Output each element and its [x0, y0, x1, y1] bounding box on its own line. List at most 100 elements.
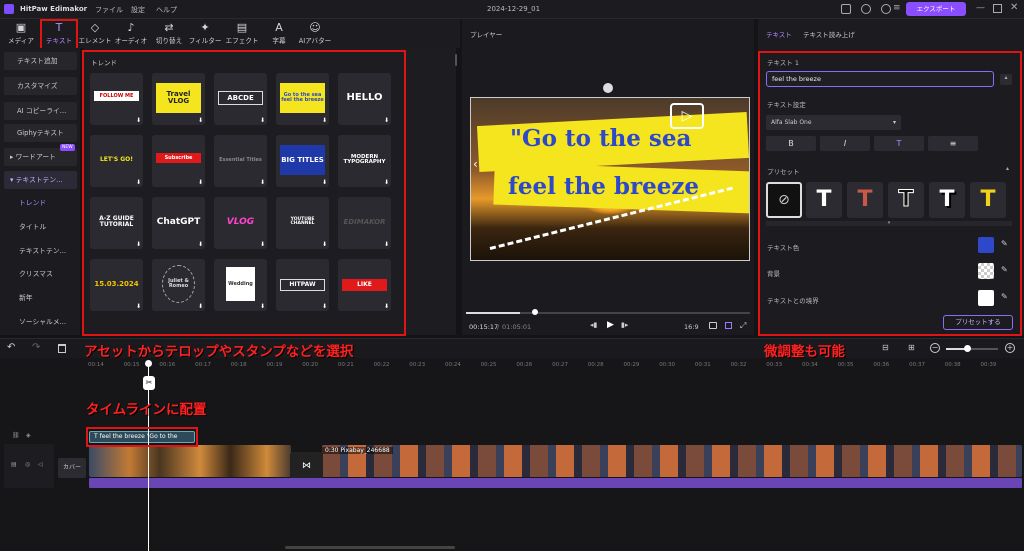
crop-icon[interactable] [725, 322, 732, 329]
play-icon[interactable]: ▶ [607, 320, 614, 330]
playhead-handle[interactable] [145, 360, 152, 367]
zoom-handle[interactable] [964, 345, 971, 352]
delete-icon[interactable] [58, 344, 66, 353]
prev-arrow-icon[interactable]: ‹ [473, 157, 478, 171]
tab-label: フィルター [188, 37, 222, 45]
tab-filter[interactable]: ✦ フィルター [186, 21, 224, 47]
account-icon[interactable] [881, 4, 891, 14]
ruler-tick: 00:22 [373, 362, 390, 368]
playback-progress[interactable] [466, 312, 750, 314]
ruler-tick: 00:33 [766, 362, 783, 368]
message-icon[interactable] [841, 4, 851, 14]
sidebar-item-ai-copy[interactable]: AI コピーライ... [4, 102, 77, 120]
sidebar-item-customize[interactable]: カスタマイズ [4, 77, 77, 95]
download-icon[interactable] [861, 4, 871, 14]
timeline-scrollbar[interactable] [285, 546, 455, 549]
transition-marker[interactable]: ⋈ [290, 452, 323, 480]
ruler-tick: 00:14 [88, 362, 104, 368]
sidebar-item-giphy[interactable]: Giphyテキスト [4, 124, 77, 142]
maximize-icon[interactable] [993, 4, 1002, 13]
sidebar-item-add-text[interactable]: テキスト追加 [4, 52, 77, 70]
menu-settings[interactable]: 設定 [131, 5, 145, 15]
audio-track[interactable] [89, 478, 1022, 488]
tab-tts[interactable]: テキスト読み上げ [803, 29, 855, 39]
fit-icon[interactable]: ⊞ [908, 343, 915, 352]
snapshot-icon[interactable] [709, 322, 717, 329]
lock-icon[interactable]: ◈ [26, 432, 31, 439]
rotate-handle-icon[interactable] [603, 83, 613, 93]
ruler-tick: 00:35 [837, 362, 854, 368]
media-icon: ▣ [15, 21, 27, 34]
app-logo-icon [4, 4, 14, 14]
tab-audio[interactable]: ♪ オーディオ [112, 21, 150, 47]
sidebar-item-label: ワードアート [15, 153, 56, 161]
text-sidebar: テキスト追加 カスタマイズ AI コピーライ... Giphyテキスト ▸ ワー… [0, 48, 80, 335]
menu-file[interactable]: ファイル [95, 5, 123, 15]
export-button[interactable]: エクスポート [906, 2, 966, 16]
selection-box[interactable] [470, 97, 750, 261]
tab-media[interactable]: ▣ メディア [2, 21, 40, 47]
next-frame-icon[interactable]: ▮▸ [621, 321, 628, 329]
annotation-fine-tune: 微調整も可能 [764, 344, 845, 360]
prev-frame-icon[interactable]: ◂▮ [590, 321, 597, 329]
audio-icon: ♪ [127, 21, 135, 34]
sidebar-item-social[interactable]: ソーシャルメ... [4, 313, 77, 331]
tab-effect[interactable]: ▤ エフェクト [223, 21, 261, 47]
tab-subtitle[interactable]: A 字幕 [260, 21, 298, 47]
ruler-tick: 00:32 [730, 362, 747, 368]
project-name: 2024-12-29_01 [487, 5, 541, 13]
tab-transition[interactable]: ⇄ 切り替え [150, 21, 188, 47]
mute-icon[interactable]: ◎ [25, 461, 30, 468]
volume-icon[interactable]: ◁ [38, 461, 43, 468]
progress-handle[interactable] [532, 309, 538, 315]
zoom-slider[interactable] [946, 348, 998, 350]
export-label: エクスポート [916, 5, 956, 13]
aspect-ratio-select[interactable]: 16:9 [684, 323, 699, 331]
track-icon[interactable]: ▤ [11, 461, 17, 468]
tab-text-props[interactable]: テキスト [766, 29, 792, 39]
tab-label: AIアバター [298, 37, 332, 45]
ruler-tick: 00:18 [230, 362, 247, 368]
sidebar-item-trend[interactable]: トレンド [4, 194, 77, 212]
close-icon[interactable]: ✕ [1010, 2, 1018, 13]
sidebar-item-text-template[interactable]: ▾ テキストテン... [4, 171, 77, 189]
menu-icon[interactable]: ≡ [893, 3, 901, 13]
redo-icon[interactable]: ↷ [32, 342, 40, 353]
cover-button[interactable]: カバー [58, 458, 86, 478]
video-clip-1[interactable] [89, 445, 291, 477]
video-clip-2[interactable] [322, 445, 1022, 477]
app-title: HitPaw Edimakor [20, 5, 88, 13]
sidebar-item-template[interactable]: テキストテン... [4, 242, 77, 260]
split-icon[interactable]: ⊟ [882, 343, 889, 352]
tab-label: 切り替え [155, 37, 183, 45]
sidebar-item-label: テキストテン... [15, 176, 63, 184]
zoom-in-icon[interactable]: + [1005, 343, 1015, 353]
ruler-tick: 00:24 [445, 362, 461, 368]
sidebar-item-christmas[interactable]: クリスマス [4, 265, 77, 283]
new-badge: NEW [60, 144, 75, 151]
tab-ai-avatar[interactable]: ☺ AIアバター [296, 21, 334, 47]
subtitle-icon: A [275, 21, 283, 34]
timeline: 00:14 00:15 00:16 00:17 00:18 00:19 00:20 00:21… [0, 358, 1024, 551]
ruler-tick: 00:39 [980, 362, 997, 368]
ruler-tick: 00:30 [659, 362, 676, 368]
playhead[interactable] [148, 362, 149, 551]
tab-label: 字幕 [272, 37, 286, 45]
grid-scrollbar[interactable] [455, 54, 457, 66]
fullscreen-icon[interactable]: ⤢ [740, 321, 746, 331]
effect-icon: ▤ [236, 21, 248, 34]
ruler-tick: 00:37 [909, 362, 925, 368]
tab-elements[interactable]: ◇ エレメント [76, 21, 114, 47]
time-current: 00:15:17 [469, 323, 499, 331]
sidebar-item-title[interactable]: タイトル [4, 218, 77, 236]
scissors-icon[interactable]: ✂ [143, 376, 155, 390]
menu-help[interactable]: ヘルプ [156, 5, 177, 15]
timeline-ruler[interactable]: 00:14 00:15 00:16 00:17 00:18 00:19 00:20 00:21… [88, 358, 1024, 372]
ruler-tick: 00:23 [409, 362, 426, 368]
highlight-text-clip [86, 427, 198, 447]
zoom-out-icon[interactable]: − [930, 343, 940, 353]
sidebar-item-new-year[interactable]: 新年 [4, 289, 77, 307]
link-icon[interactable]: ⛓ [12, 432, 20, 439]
minimize-icon[interactable]: — [976, 3, 985, 13]
undo-icon[interactable]: ↶ [7, 342, 15, 353]
